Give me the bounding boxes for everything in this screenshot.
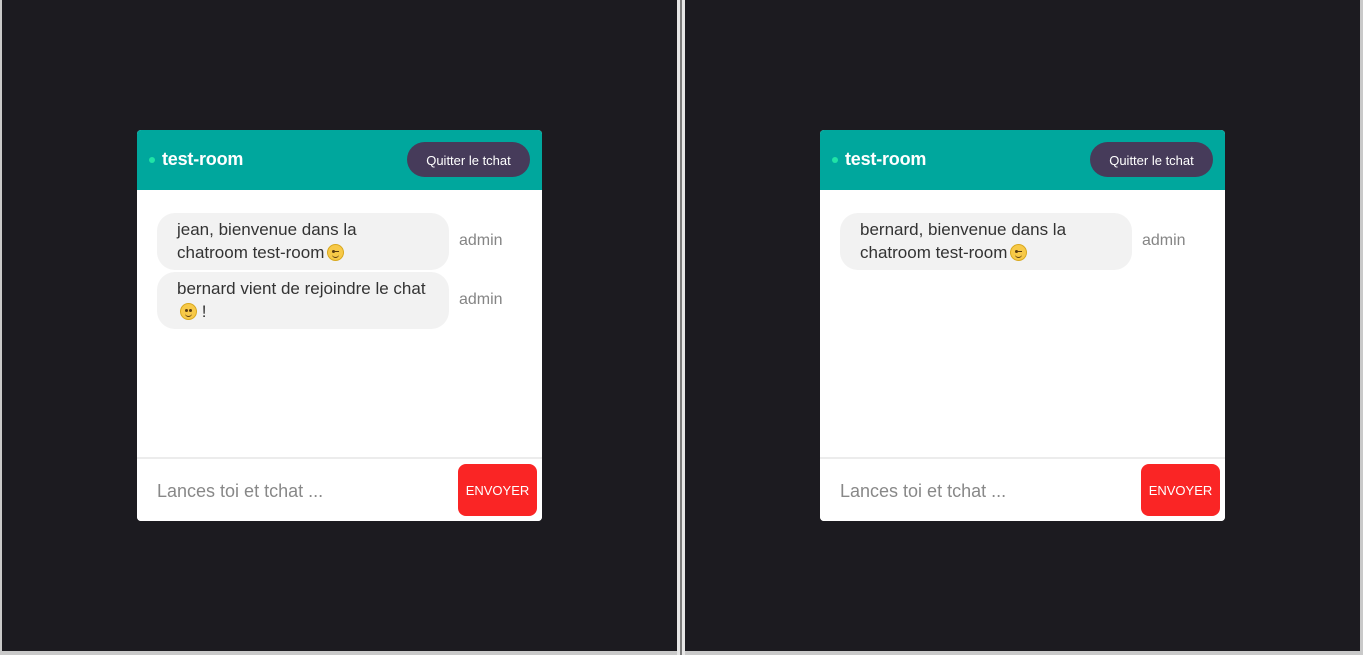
message-list: bernard, bienvenue dans la chatroom test… [820,190,1225,457]
online-status-dot-icon [149,157,155,163]
chat-widget: test-room Quitter le tchat jean, bienven… [137,130,542,521]
chat-header: test-room Quitter le tchat [137,130,542,190]
chat-widget: test-room Quitter le tchat bernard, bien… [820,130,1225,521]
send-button[interactable]: ENVOYER [1141,464,1220,516]
message-bubble: bernard vient de rejoindre le chat ! [157,272,449,329]
chat-header: test-room Quitter le tchat [820,130,1225,190]
message-suffix: ! [197,302,207,321]
message-composer: ENVOYER [137,457,542,521]
wink-face-icon [1010,244,1028,261]
message-row: jean, bienvenue dans la chatroom test-ro… [157,213,527,270]
message-sender: admin [459,232,503,249]
message-input[interactable] [840,477,1120,505]
message-list: jean, bienvenue dans la chatroom test-ro… [137,190,542,457]
pane-divider[interactable] [677,0,685,655]
message-sender: admin [1142,232,1186,249]
room-title: test-room [162,149,244,169]
right-browser-pane: test-room Quitter le tchat bernard, bien… [685,0,1360,651]
message-bubble: jean, bienvenue dans la chatroom test-ro… [157,213,449,270]
message-text: bernard vient de rejoindre le chat [177,279,426,298]
message-text: bernard, bienvenue dans la chatroom test… [860,220,1067,262]
wink-face-icon [327,244,345,261]
quit-chat-button[interactable]: Quitter le tchat [1090,142,1213,177]
message-composer: ENVOYER [820,457,1225,521]
smiling-face-icon [180,303,197,320]
message-input[interactable] [157,477,437,505]
online-status-dot-icon [832,157,838,163]
send-button[interactable]: ENVOYER [458,464,537,516]
left-browser-pane: test-room Quitter le tchat jean, bienven… [2,0,677,651]
quit-chat-button[interactable]: Quitter le tchat [407,142,530,177]
message-row: bernard vient de rejoindre le chat ! adm… [157,272,527,329]
message-sender: admin [459,291,503,308]
message-row: bernard, bienvenue dans la chatroom test… [840,213,1210,270]
room-title: test-room [845,149,927,169]
message-bubble: bernard, bienvenue dans la chatroom test… [840,213,1132,270]
